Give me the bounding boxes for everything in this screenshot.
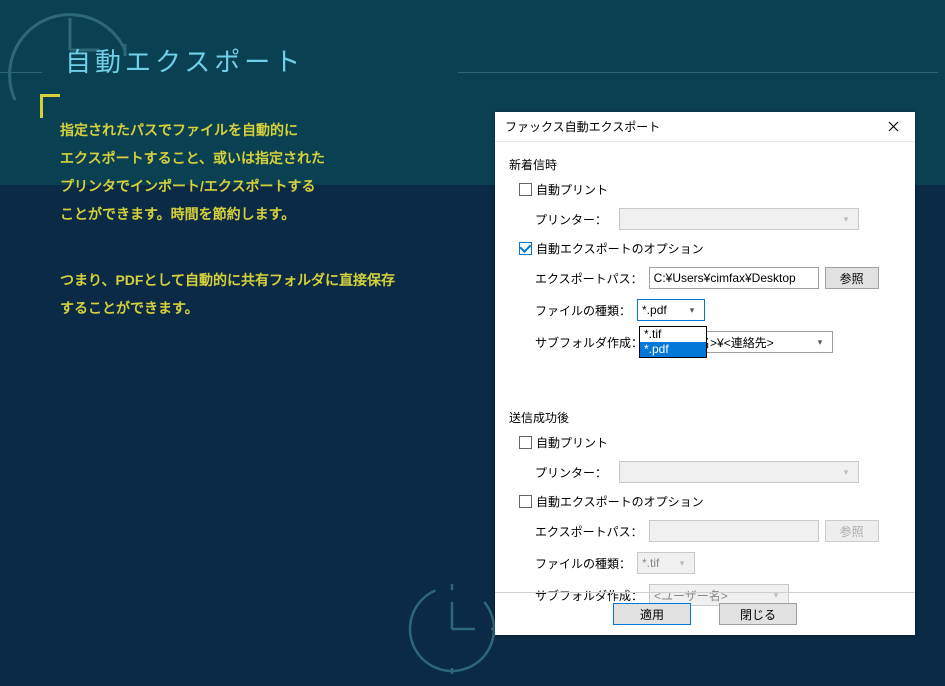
sent-auto-print-checkbox[interactable] [519, 436, 532, 449]
incoming-subfolder-combo[interactable]: 名>¥<連絡先> ▾ [693, 331, 833, 353]
sent-filetype-label: ファイルの種類： [535, 555, 631, 572]
incoming-subfolder-value: 名>¥<連絡先> [698, 334, 774, 351]
apply-button[interactable]: 適用 [613, 603, 691, 625]
chevron-down-icon: ▾ [674, 558, 690, 569]
desc-line: つまり、PDFとして自動的に共有フォルダに直接保存 [60, 272, 395, 288]
sent-auto-print-row[interactable]: 自動プリント [519, 434, 901, 451]
incoming-auto-print-checkbox[interactable] [519, 183, 532, 196]
incoming-auto-export-checkbox[interactable] [519, 242, 532, 255]
sent-printer-label: プリンター： [535, 464, 613, 481]
incoming-printer-combo[interactable]: ▾ [619, 208, 859, 230]
incoming-filetype-label: ファイルの種類： [535, 302, 631, 319]
dialog-titlebar[interactable]: ファックス自動エクスポート [495, 112, 915, 142]
dialog-title: ファックス自動エクスポート [505, 118, 871, 135]
clock-decoration-bottom [405, 582, 499, 676]
sent-auto-export-label: 自動エクスポートのオプション [536, 493, 704, 510]
sent-filetype-value: *.tif [642, 556, 659, 570]
desc-line: ことができます。時間を節約します。 [60, 206, 295, 222]
sent-browse-button[interactable]: 参照 [825, 520, 879, 542]
chevron-down-icon: ▾ [838, 214, 854, 225]
filetype-dropdown-listbox[interactable]: *.tif *.pdf [639, 326, 707, 358]
incoming-browse-button[interactable]: 参照 [825, 267, 879, 289]
sent-export-path-input[interactable] [649, 520, 819, 542]
incoming-auto-export-label: 自動エクスポートのオプション [536, 240, 704, 257]
chevron-down-icon: ▾ [812, 337, 828, 348]
sent-export-path-label: エクスポートパス： [535, 523, 643, 540]
desc-line: 指定されたパスでファイルを自動的に [60, 122, 298, 138]
title-rule-right [458, 72, 938, 73]
incoming-auto-print-label: 自動プリント [536, 181, 608, 198]
sent-printer-combo[interactable]: ▾ [619, 461, 859, 483]
incoming-group-title: 新着信時 [509, 156, 901, 173]
incoming-subfolder-label: サブフォルダ作成： [535, 334, 643, 351]
filetype-option-pdf[interactable]: *.pdf [640, 342, 706, 357]
decorative-bracket [40, 94, 60, 118]
close-dialog-button[interactable]: 閉じる [719, 603, 797, 625]
incoming-printer-label: プリンター： [535, 211, 613, 228]
dialog-body: 新着信時 自動プリント プリンター： ▾ 自動エクスポートのオプション エクスポ… [495, 142, 915, 606]
chevron-down-icon: ▾ [684, 305, 700, 316]
close-button[interactable] [871, 112, 915, 142]
title-rule-left [0, 72, 42, 73]
description-text: 指定されたパスでファイルを自動的に エクスポートすること、或いは指定された プリ… [60, 116, 480, 332]
desc-line: エクスポートすること、或いは指定された [60, 150, 325, 166]
sent-auto-export-row[interactable]: 自動エクスポートのオプション [519, 493, 901, 510]
incoming-filetype-value: *.pdf [642, 303, 667, 317]
filetype-option-tif[interactable]: *.tif [640, 327, 706, 342]
dialog-button-row: 適用 閉じる [495, 592, 915, 635]
desc-line: プリンタでインポート/エクスポートする [60, 178, 315, 194]
sent-auto-print-label: 自動プリント [536, 434, 608, 451]
sent-group-title: 送信成功後 [509, 409, 901, 426]
incoming-auto-export-row[interactable]: 自動エクスポートのオプション [519, 240, 901, 257]
incoming-auto-print-row[interactable]: 自動プリント [519, 181, 901, 198]
sent-filetype-combo[interactable]: *.tif ▾ [637, 552, 695, 574]
desc-line: することができます。 [60, 300, 199, 316]
close-icon [888, 121, 899, 132]
sent-auto-export-checkbox[interactable] [519, 495, 532, 508]
incoming-filetype-combo[interactable]: *.pdf ▾ [637, 299, 705, 321]
fax-export-dialog: ファックス自動エクスポート 新着信時 自動プリント プリンター： ▾ 自動エクス… [495, 112, 915, 635]
incoming-export-path-label: エクスポートパス： [535, 270, 643, 287]
page-title: 自動エクスポート [65, 42, 304, 79]
chevron-down-icon: ▾ [838, 467, 854, 478]
incoming-export-path-input[interactable] [649, 267, 819, 289]
